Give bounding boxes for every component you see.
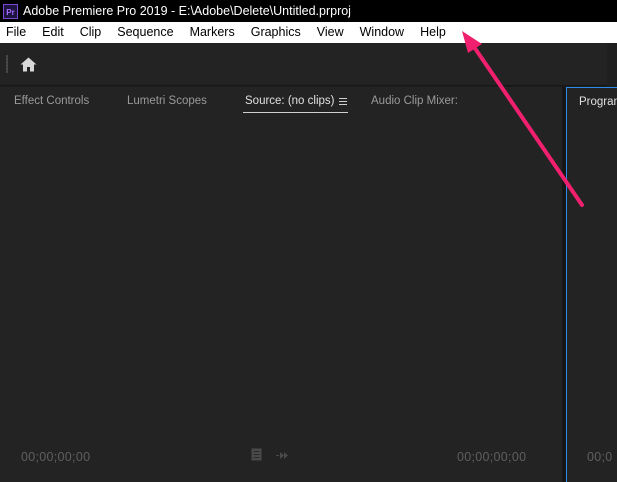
menu-graphics[interactable]: Graphics [243,22,309,43]
tab-audio-clip-mixer[interactable]: Audio Clip Mixer: [371,95,458,107]
tab-program[interactable]: Program [579,96,617,108]
menu-markers[interactable]: Markers [182,22,243,43]
menu-window[interactable]: Window [352,22,412,43]
program-playhead-timecode[interactable]: 00;0 [587,450,613,464]
header-toolbar [0,43,617,86]
toolbar-edge [607,43,617,86]
tab-lumetri-scopes[interactable]: Lumetri Scopes [127,95,207,107]
home-icon [20,57,36,71]
panel-menu-icon[interactable] [339,98,347,105]
menu-view[interactable]: View [309,22,352,43]
menu-edit[interactable]: Edit [34,22,72,43]
export-frame-icon[interactable] [276,451,290,460]
source-playhead-timecode[interactable]: 00;00;00;00 [21,450,90,464]
tab-effect-controls[interactable]: Effect Controls [14,95,89,107]
menu-sequence[interactable]: Sequence [109,22,181,43]
premiere-app-icon: Pr [3,3,18,19]
active-tab-underline [243,112,348,113]
menu-file[interactable]: File [0,22,34,43]
menu-help[interactable]: Help [412,22,454,43]
menu-clip[interactable]: Clip [72,22,110,43]
tab-source[interactable]: Source: (no clips) [245,95,334,107]
title-bar: Pr Adobe Premiere Pro 2019 - E:\Adobe\De… [0,0,617,22]
settings-icon[interactable] [251,448,263,461]
window-title: Adobe Premiere Pro 2019 - E:\Adobe\Delet… [23,4,351,18]
toolbar-grip-handle[interactable] [6,55,8,73]
program-panel: Program 00;0 [566,87,617,482]
source-panel: Effect Controls Lumetri Scopes Source: (… [0,87,562,482]
source-panel-tabs: Effect Controls Lumetri Scopes Source: (… [0,87,562,115]
menu-bar: File Edit Clip Sequence Markers Graphics… [0,22,617,43]
source-duration-timecode: 00;00;00;00 [457,450,527,464]
home-button[interactable] [16,53,40,75]
